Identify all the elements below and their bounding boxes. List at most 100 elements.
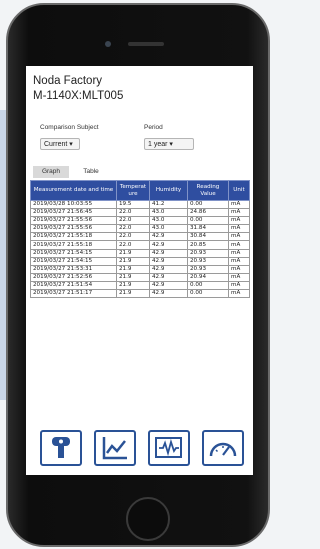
page-title: Noda Factory M-1140X:MLT005 (33, 74, 123, 104)
table-cell: 31.84 (187, 224, 229, 234)
table-cell: 0.00 (187, 280, 229, 291)
table-row: 2019/03/27 21:51:17 21.9 42.9 0.00 mA (30, 289, 250, 299)
table-cell: mA (228, 224, 250, 234)
table-cell: 42.9 (149, 280, 188, 291)
period-select[interactable]: 1 year ▾ (144, 138, 194, 150)
function-icon-bar (26, 430, 253, 470)
table-cell: 21.9 (116, 264, 150, 274)
table-cell: 2019/03/27 21:54:15 (30, 256, 117, 266)
table-cell: 2019/03/27 21:51:17 (30, 289, 117, 299)
table-row: 2019/03/27 21:51:54 21.9 42.9 0.00 mA (30, 280, 250, 291)
table-cell: mA (228, 208, 250, 218)
table-cell: 41.2 (149, 199, 188, 210)
table-row: 2019/03/27 21:52:56 21.9 42.9 20.94 mA (30, 272, 250, 282)
header-humidity: Humidity (149, 180, 188, 201)
waveform-icon (155, 437, 182, 458)
table-cell: 24.86 (187, 208, 229, 218)
table-cell: 20.85 (187, 240, 229, 250)
sensor-probe-icon (52, 437, 70, 458)
table-cell: 2019/03/27 21:55:56 (30, 216, 117, 226)
table-cell: mA (228, 264, 250, 274)
table-row: 2019/03/27 21:55:56 22.0 43.0 31.84 mA (30, 224, 250, 234)
table-cell: mA (228, 240, 250, 250)
table-cell: mA (228, 289, 250, 299)
table-cell: 2019/03/27 21:52:56 (30, 272, 117, 282)
table-row: 2019/03/27 21:55:18 22.0 42.9 30.84 mA (30, 232, 250, 242)
header-datetime: Measurement date and time (30, 180, 117, 201)
table-cell: 42.9 (149, 264, 188, 274)
table-cell: 20.93 (187, 256, 229, 266)
table-cell: 21.9 (116, 272, 150, 282)
table-cell: 2019/03/27 21:54:15 (30, 248, 117, 258)
table-cell: 21.9 (116, 248, 150, 258)
table-row: 2019/03/27 21:55:56 22.0 43.0 0.00 mA (30, 216, 250, 226)
table-cell: mA (228, 280, 250, 291)
table-cell: 2019/03/27 21:53:31 (30, 264, 117, 274)
table-row: 2019/03/27 21:56:45 22.0 43.0 24.86 mA (30, 208, 250, 218)
table-cell: 2019/03/28 10:03:55 (30, 199, 117, 210)
sensor-button[interactable] (40, 430, 82, 466)
table-cell: 2019/03/27 21:56:45 (30, 208, 117, 218)
table-cell: 20.94 (187, 272, 229, 282)
earpiece-speaker (128, 42, 164, 46)
trend-chart-button[interactable] (94, 430, 136, 466)
header-reading: Reading Value (187, 180, 229, 201)
tab-table[interactable]: Table (69, 166, 113, 178)
table-cell: 42.9 (149, 248, 188, 258)
table-cell: 20.93 (187, 248, 229, 258)
table-cell: 19.5 (116, 199, 150, 210)
table-cell: 42.9 (149, 256, 188, 266)
table-cell: 43.0 (149, 224, 188, 234)
front-camera (105, 41, 111, 47)
table-cell: 2019/03/27 21:55:56 (30, 224, 117, 234)
table-cell: 0.00 (187, 289, 229, 299)
tab-graph[interactable]: Graph (33, 166, 69, 178)
line-chart-icon (102, 437, 127, 460)
home-button[interactable] (126, 497, 170, 541)
table-cell: 43.0 (149, 208, 188, 218)
table-cell: 22.0 (116, 224, 150, 234)
page-indicator[interactable] (26, 472, 253, 475)
table-cell: 43.0 (149, 216, 188, 226)
table-cell: mA (228, 248, 250, 258)
table-row: 2019/03/27 21:55:18 22.0 42.9 20.85 mA (30, 240, 250, 250)
header-unit: Unit (228, 180, 250, 201)
table-cell: 21.9 (116, 280, 150, 291)
header-temperature: Temperat ure (116, 180, 150, 201)
table-cell: 30.84 (187, 232, 229, 242)
table-cell: 22.0 (116, 216, 150, 226)
table-cell: mA (228, 199, 250, 210)
waveform-button[interactable] (148, 430, 190, 466)
table-cell: 42.9 (149, 289, 188, 299)
table-row: 2019/03/28 10:03:55 19.5 41.2 0.00 mA (30, 199, 250, 210)
comparison-subject-select[interactable]: Current ▾ (40, 138, 80, 150)
machine-id: M-1140X:MLT005 (33, 90, 124, 102)
table-cell: 0.00 (187, 199, 229, 210)
gauge-button[interactable] (202, 430, 244, 466)
table-cell: 2019/03/27 21:55:18 (30, 232, 117, 242)
factory-name: Noda Factory (33, 75, 103, 87)
table-cell: 22.0 (116, 240, 150, 250)
table-cell: 2019/03/27 21:51:54 (30, 280, 117, 291)
comparison-subject-label: Comparison Subject (40, 124, 99, 131)
table-cell: 22.0 (116, 232, 150, 242)
table-cell: mA (228, 216, 250, 226)
table-header-row: Measurement date and time Temperat ure H… (30, 180, 250, 201)
table-cell: 21.9 (116, 289, 150, 299)
table-row: 2019/03/27 21:54:15 21.9 42.9 20.93 mA (30, 248, 250, 258)
table-cell: 20.93 (187, 264, 229, 274)
period-label: Period (144, 124, 163, 131)
table-row: 2019/03/27 21:54:15 21.9 42.9 20.93 mA (30, 256, 250, 266)
table-cell: 21.9 (116, 256, 150, 266)
table-cell: 2019/03/27 21:55:18 (30, 240, 117, 250)
app-screen: Noda Factory M-1140X:MLT005 Comparison S… (26, 66, 253, 475)
table-cell: 22.0 (116, 208, 150, 218)
table-row: 2019/03/27 21:53:31 21.9 42.9 20.93 mA (30, 264, 250, 274)
gauge-icon (209, 442, 237, 457)
table-cell: mA (228, 256, 250, 266)
table-cell: mA (228, 232, 250, 242)
table-cell: 42.9 (149, 272, 188, 282)
table-cell: 42.9 (149, 232, 188, 242)
measurement-table: Measurement date and time Temperat ure H… (30, 180, 250, 299)
table-cell: 42.9 (149, 240, 188, 250)
